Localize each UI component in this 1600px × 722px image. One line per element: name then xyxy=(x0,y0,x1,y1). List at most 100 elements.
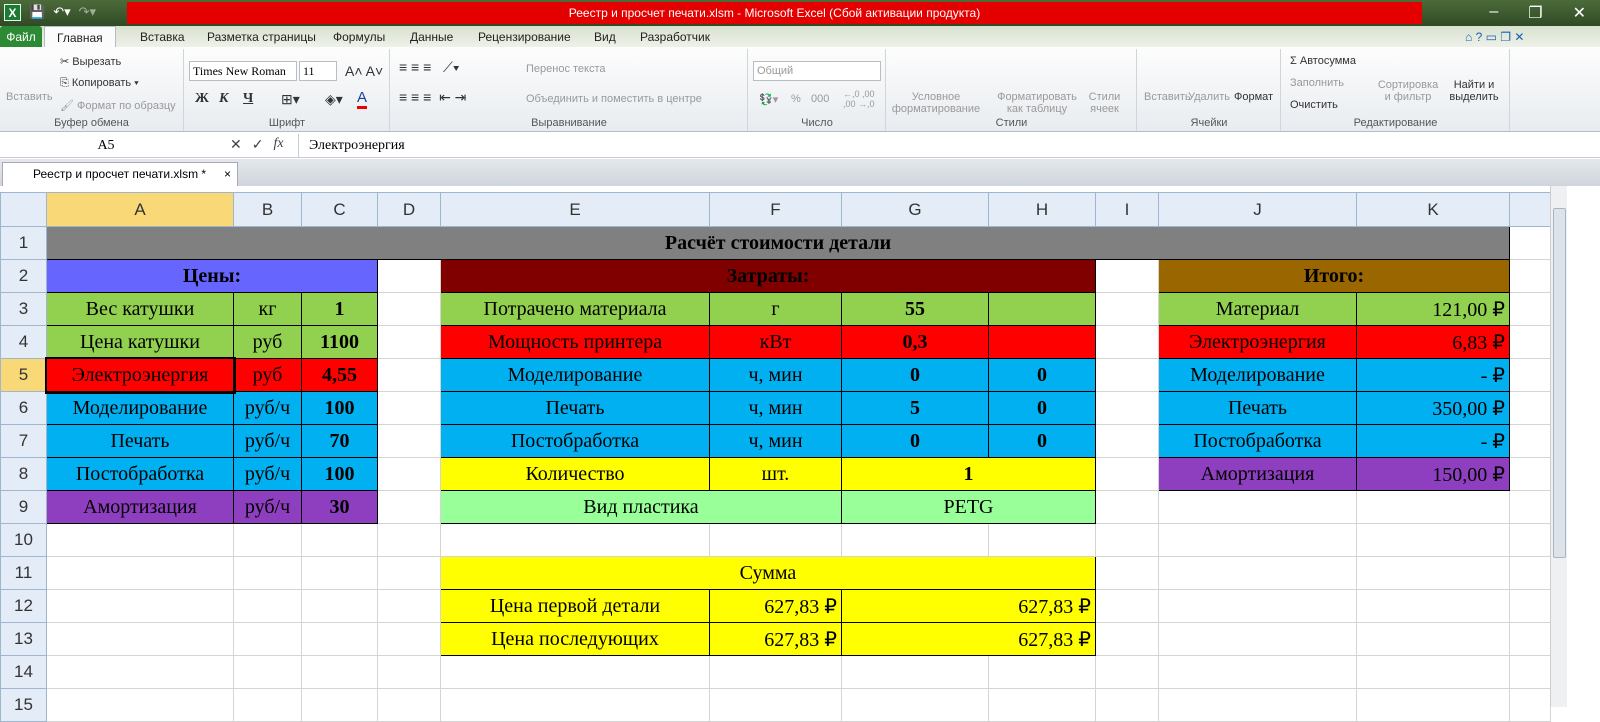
empty-cell[interactable] xyxy=(841,655,989,689)
tab-view[interactable]: Вид xyxy=(594,26,616,48)
cell-E8[interactable]: Количество xyxy=(440,457,710,491)
borders-icon[interactable]: ⊞▾ xyxy=(281,91,300,108)
column-header[interactable]: I xyxy=(1095,192,1159,227)
cell-F12[interactable]: 627,83 ₽ xyxy=(709,589,842,623)
cell-E13[interactable]: Цена последующих xyxy=(440,622,710,656)
clear-button[interactable]: Очистить xyxy=(1290,99,1338,111)
cell-C4[interactable]: 1100 xyxy=(301,325,378,359)
name-box[interactable]: A5 xyxy=(0,136,212,156)
find-select-button[interactable]: Найти и выделить xyxy=(1444,79,1504,103)
row-header[interactable]: 13 xyxy=(0,622,47,656)
tab-home[interactable]: Главная xyxy=(44,26,116,48)
column-header[interactable]: G xyxy=(841,192,989,227)
empty-cell[interactable] xyxy=(1509,259,1551,293)
cell-J6[interactable]: Печать xyxy=(1158,391,1357,425)
empty-cell[interactable] xyxy=(1509,688,1551,722)
sort-filter-button[interactable]: Сортировка и фильтр xyxy=(1377,79,1439,103)
column-header[interactable]: A xyxy=(46,192,234,227)
cell-E3[interactable]: Потрачено материала xyxy=(440,292,710,326)
empty-cell[interactable] xyxy=(233,523,302,557)
cell-B4[interactable]: руб xyxy=(233,325,302,359)
empty-cell[interactable] xyxy=(377,589,441,623)
insert-function-button[interactable]: fx xyxy=(273,136,283,153)
copy-button[interactable]: ⎘ Копировать ▾ xyxy=(60,77,139,90)
cell-A7[interactable]: Печать xyxy=(46,424,234,458)
delete-cells-button[interactable]: Удалить xyxy=(1188,91,1230,103)
cell-G9[interactable]: PETG xyxy=(841,490,1096,524)
empty-cell[interactable] xyxy=(46,622,234,656)
empty-cell[interactable] xyxy=(377,292,441,326)
row-header[interactable]: 7 xyxy=(0,424,47,458)
empty-cell[interactable] xyxy=(1158,490,1357,524)
cell-F6[interactable]: ч, мин xyxy=(709,391,842,425)
conditional-formatting-button[interactable]: Условное форматирование xyxy=(891,91,981,115)
empty-cell[interactable] xyxy=(1356,523,1510,557)
workbook-tab[interactable]: Реестр и просчет печати.xlsm * × xyxy=(2,162,238,186)
cell-styles-button[interactable]: Стили ячеек xyxy=(1082,91,1127,115)
cell-C9[interactable]: 30 xyxy=(301,490,378,524)
empty-cell[interactable] xyxy=(1356,556,1510,590)
empty-cell[interactable] xyxy=(988,523,1096,557)
cell-F13[interactable]: 627,83 ₽ xyxy=(709,622,842,656)
empty-cell[interactable] xyxy=(377,523,441,557)
empty-cell[interactable] xyxy=(1356,622,1510,656)
cell-J3[interactable]: Материал xyxy=(1158,292,1357,326)
enter-icon[interactable]: ✓ xyxy=(252,136,264,153)
empty-cell[interactable] xyxy=(1509,325,1551,359)
empty-cell[interactable] xyxy=(1095,622,1159,656)
format-painter-button[interactable]: 🖌 Формат по образцу xyxy=(60,99,176,112)
cell-C7[interactable]: 70 xyxy=(301,424,378,458)
cell-A6[interactable]: Моделирование xyxy=(46,391,234,425)
cell-G5[interactable]: 0 xyxy=(841,358,989,392)
bold-button[interactable]: Ж xyxy=(195,91,209,107)
cell-C5[interactable]: 4,55 xyxy=(301,358,378,392)
cell-G4[interactable]: 0,3 xyxy=(841,325,989,359)
number-format-select[interactable]: Общий xyxy=(753,61,881,81)
empty-cell[interactable] xyxy=(1509,556,1551,590)
font-color-icon[interactable]: A xyxy=(357,89,368,109)
cell-E5[interactable]: Моделирование xyxy=(440,358,710,392)
cell-B5[interactable]: руб xyxy=(233,358,302,392)
row-header[interactable]: 11 xyxy=(0,556,47,590)
empty-cell[interactable] xyxy=(1158,622,1357,656)
empty-cell[interactable] xyxy=(709,655,842,689)
cell-H4[interactable] xyxy=(988,325,1096,359)
cell-F5[interactable]: ч, мин xyxy=(709,358,842,392)
empty-cell[interactable] xyxy=(709,688,842,722)
empty-cell[interactable] xyxy=(1095,523,1159,557)
empty-cell[interactable] xyxy=(1095,556,1159,590)
empty-cell[interactable] xyxy=(377,688,441,722)
cell-J2[interactable]: Итого: xyxy=(1158,259,1510,293)
vertical-scrollbar[interactable] xyxy=(1550,186,1567,707)
italic-button[interactable]: К xyxy=(219,91,229,107)
empty-cell[interactable] xyxy=(1356,655,1510,689)
cell-E6[interactable]: Печать xyxy=(440,391,710,425)
cell-E7[interactable]: Постобработка xyxy=(440,424,710,458)
row-header[interactable]: 3 xyxy=(0,292,47,326)
empty-cell[interactable] xyxy=(377,259,441,293)
empty-cell[interactable] xyxy=(377,655,441,689)
underline-button[interactable]: Ч xyxy=(243,91,253,107)
cell-A4[interactable]: Цена катушки xyxy=(46,325,234,359)
tab-review[interactable]: Рецензирование xyxy=(478,26,571,48)
cut-button[interactable]: ✂ Вырезать xyxy=(60,55,121,68)
empty-cell[interactable] xyxy=(377,556,441,590)
cell-A5[interactable]: Электроэнергия xyxy=(44,356,236,394)
empty-cell[interactable] xyxy=(1509,589,1551,623)
vertical-align-icons[interactable]: ≡ ≡ ≡ ⟋▾ xyxy=(399,59,460,76)
cell-H6[interactable]: 0 xyxy=(988,391,1096,425)
cell-A9[interactable]: Амортизация xyxy=(46,490,234,524)
redo-icon[interactable]: ↷▾ xyxy=(79,4,96,21)
empty-cell[interactable] xyxy=(1095,358,1159,392)
cell-G8[interactable]: 1 xyxy=(841,457,1096,491)
save-icon[interactable]: 💾 xyxy=(29,4,45,21)
row-header[interactable]: 10 xyxy=(0,523,47,557)
help-icon[interactable]: ⌂ ? ▭ ❐ ✕ xyxy=(1465,26,1524,48)
empty-cell[interactable] xyxy=(233,622,302,656)
empty-cell[interactable] xyxy=(46,655,234,689)
wrap-text-button[interactable]: Перенос текста xyxy=(526,63,606,75)
empty-cell[interactable] xyxy=(1356,589,1510,623)
cell-K6[interactable]: 350,00 ₽ xyxy=(1356,391,1510,425)
empty-cell[interactable] xyxy=(1158,523,1357,557)
empty-cell[interactable] xyxy=(440,655,710,689)
